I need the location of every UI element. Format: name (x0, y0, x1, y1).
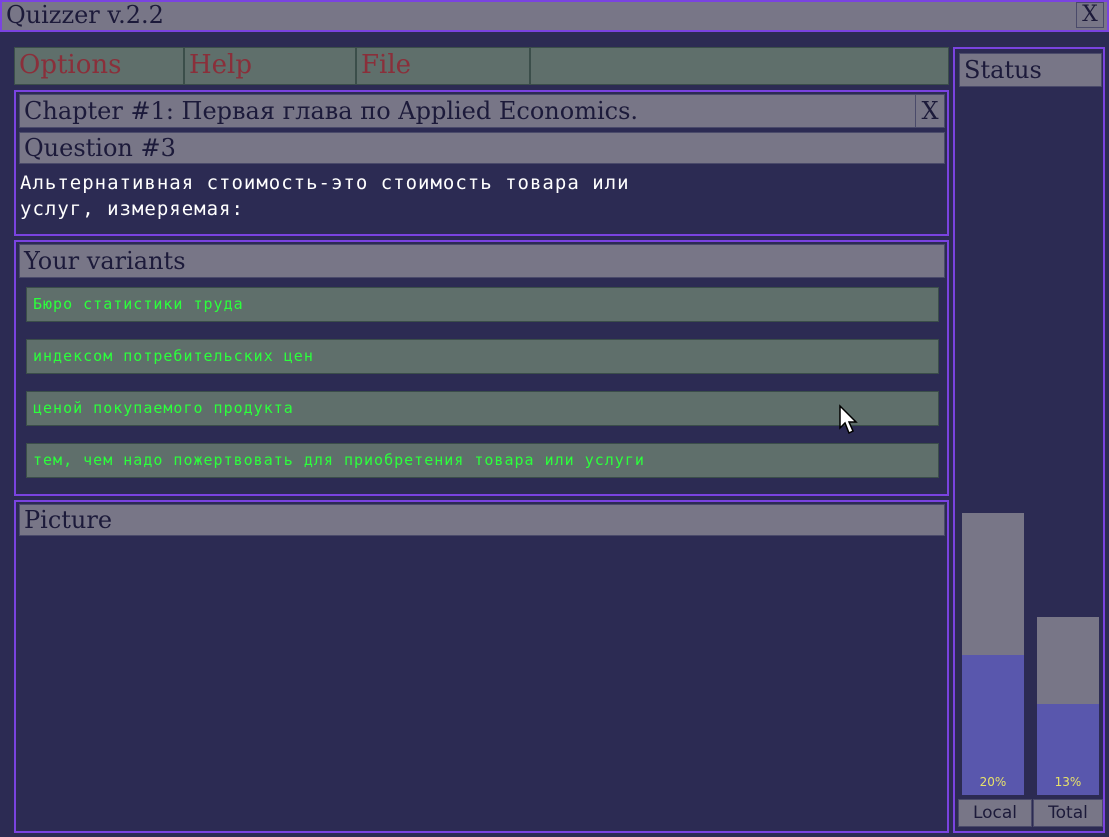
variants-header: Your variants (19, 244, 945, 278)
menu-options[interactable]: Options (14, 47, 184, 85)
total-percent-text: 13% (1054, 775, 1082, 789)
question-line-1: Альтернативная стоимость-это стоимость т… (20, 172, 630, 194)
question-header: Question #3 (19, 132, 945, 164)
total-label: Total (1033, 799, 1103, 827)
status-title: Status (959, 53, 1102, 87)
chapter-close-button[interactable]: X (915, 94, 945, 128)
chapter-title: Chapter #1: Первая глава по Applied Econ… (19, 94, 945, 128)
variant-option-4[interactable]: тем, чем надо пожертвовать для приобрете… (26, 443, 939, 478)
picture-header: Picture (19, 504, 945, 536)
variant-option-2[interactable]: индексом потребительских цен (26, 339, 939, 374)
question-line-2: услуг, измеряемая: (20, 198, 244, 220)
total-progress-track: 13% (1037, 617, 1099, 795)
local-percent-text: 20% (979, 775, 1007, 789)
title-bar (0, 0, 1109, 32)
variant-option-1[interactable]: Бюро статистики труда (26, 287, 939, 322)
window-close-button[interactable]: X (1076, 2, 1104, 28)
app-title: Quizzer v.2.2 (6, 1, 164, 29)
menu-bar-filler (530, 47, 949, 85)
variant-option-3[interactable]: ценой покупаемого продукта (26, 391, 939, 426)
menu-file[interactable]: File (356, 47, 530, 85)
local-progress-fill (962, 655, 1024, 795)
menu-help[interactable]: Help (184, 47, 356, 85)
picture-area (19, 540, 945, 828)
mouse-cursor-icon (839, 404, 858, 435)
local-progress-track: 20% (962, 513, 1024, 795)
local-label: Local (958, 799, 1032, 827)
question-text: Альтернативная стоимость-это стоимость т… (20, 170, 940, 222)
